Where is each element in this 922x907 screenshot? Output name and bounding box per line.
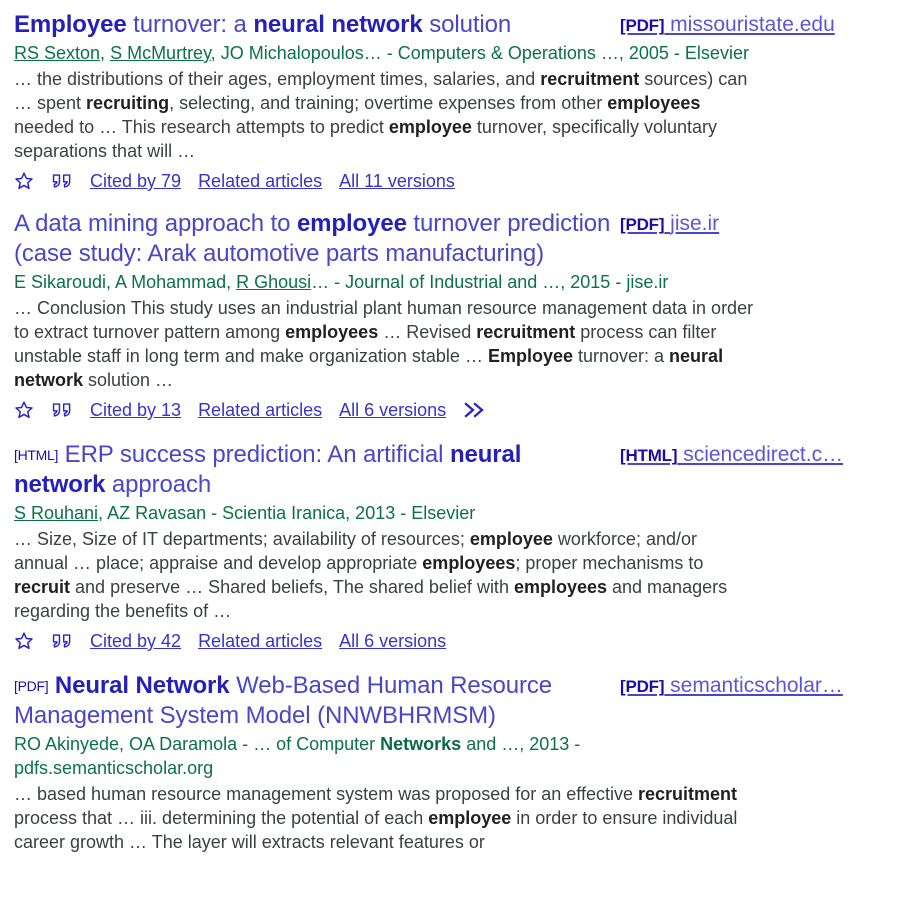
- all-versions-link[interactable]: All 11 versions: [339, 168, 455, 194]
- resource-domain: missouristate.edu: [670, 13, 835, 36]
- related-articles-link[interactable]: Related articles: [198, 628, 322, 654]
- search-result: [PDF] semanticscholar… [PDF] Neural Netwo…: [0, 671, 922, 854]
- quote-icon[interactable]: [51, 172, 73, 190]
- title-type-prefix: [PDF]: [14, 678, 49, 694]
- result-title-link[interactable]: A data mining approach to employee turno…: [14, 210, 610, 267]
- result-title[interactable]: [PDF] Neural Network Web-Based Human Res…: [14, 671, 614, 731]
- resource-domain: jise.ir: [670, 212, 720, 235]
- all-versions-link[interactable]: All 6 versions: [339, 628, 446, 654]
- result-authors: RS Sexton, S McMurtrey, JO Michalopoulos…: [14, 43, 749, 63]
- result-title-link[interactable]: [HTML] ERP success prediction: An artifi…: [14, 441, 521, 498]
- author-link[interactable]: S McMurtrey: [110, 43, 211, 63]
- result-snippet: … the distributions of their ages, emplo…: [14, 69, 748, 161]
- all-versions-link[interactable]: All 6 versions: [339, 397, 446, 423]
- star-icon[interactable]: [14, 171, 34, 191]
- result-title[interactable]: Employee turnover: a neural network solu…: [14, 10, 614, 40]
- star-icon[interactable]: [14, 400, 34, 420]
- result-title[interactable]: A data mining approach to employee turno…: [14, 209, 614, 269]
- resource-link[interactable]: [HTML] sciencedirect.c…: [620, 440, 916, 471]
- cited-by-link[interactable]: Cited by 13: [90, 397, 181, 423]
- result-title-link[interactable]: Employee turnover: a neural network solu…: [14, 11, 511, 38]
- search-results-list: [PDF] missouristate.edu Employee turnover…: [0, 0, 922, 854]
- search-result: [HTML] sciencedirect.c… [HTML] ERP succes…: [0, 440, 922, 655]
- resource-type-tag: [PDF]: [620, 215, 665, 234]
- result-actions: Cited by 79 Related articles All 11 versio…: [14, 167, 922, 195]
- cited-by-link[interactable]: Cited by 42: [90, 628, 181, 654]
- result-snippet: … based human resource management system…: [14, 784, 738, 852]
- search-result: [PDF] jise.ir A data mining approach to e…: [0, 209, 922, 424]
- quote-icon[interactable]: [51, 401, 73, 419]
- search-result: [PDF] missouristate.edu Employee turnover…: [0, 10, 922, 195]
- resource-type-tag: [PDF]: [620, 16, 665, 35]
- double-chevron-icon[interactable]: [463, 401, 487, 419]
- quote-icon[interactable]: [51, 632, 73, 650]
- resource-type-tag: [PDF]: [620, 677, 665, 696]
- resource-domain: sciencedirect.c…: [683, 443, 844, 466]
- title-type-prefix: [HTML]: [14, 447, 59, 463]
- result-title-link[interactable]: [PDF] Neural Network Web-Based Human Res…: [14, 672, 552, 729]
- cited-by-link[interactable]: Cited by 79: [90, 168, 181, 194]
- author-link[interactable]: R Ghousi: [236, 272, 311, 292]
- result-snippet: … Size, Size of IT departments; availabi…: [14, 529, 728, 621]
- result-snippet: … Conclusion This study uses an industri…: [14, 298, 754, 390]
- related-articles-link[interactable]: Related articles: [198, 397, 322, 423]
- resource-domain: semanticscholar…: [670, 674, 843, 697]
- result-authors: RO Akinyede, OA Daramola - … of Computer…: [14, 734, 581, 778]
- result-title[interactable]: [HTML] ERP success prediction: An artifi…: [14, 440, 614, 500]
- resource-type-tag: [HTML]: [620, 446, 678, 465]
- result-actions: Cited by 13 Related articles All 6 version…: [14, 396, 922, 424]
- star-icon[interactable]: [14, 631, 34, 651]
- author-link[interactable]: RS Sexton: [14, 43, 100, 63]
- result-authors: E Sikaroudi, A Mohammad, R Ghousi… - Jou…: [14, 272, 669, 292]
- result-authors: S Rouhani, AZ Ravasan - Scientia Iranica…: [14, 503, 476, 523]
- resource-link[interactable]: [PDF] semanticscholar…: [620, 671, 916, 702]
- author-link[interactable]: S Rouhani: [14, 503, 98, 523]
- resource-link[interactable]: [PDF] missouristate.edu: [620, 10, 916, 41]
- resource-link[interactable]: [PDF] jise.ir: [620, 209, 916, 240]
- related-articles-link[interactable]: Related articles: [198, 168, 322, 194]
- result-actions: Cited by 42 Related articles All 6 version…: [14, 627, 922, 655]
